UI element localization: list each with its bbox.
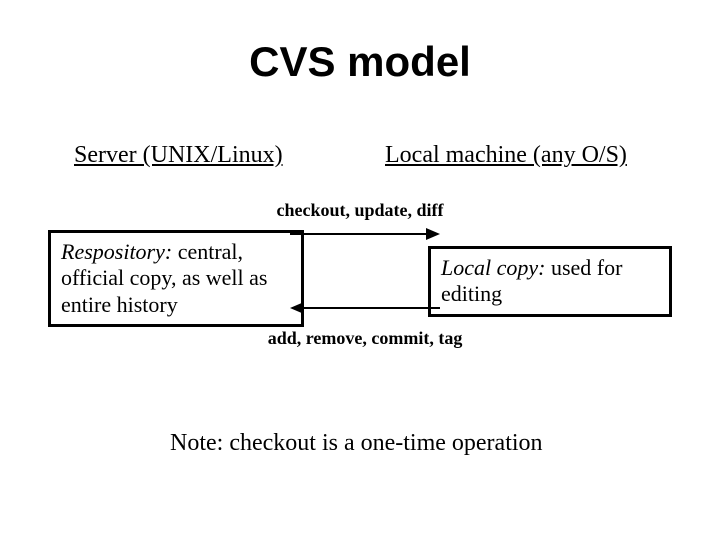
localcopy-lead: Local copy: (441, 255, 545, 280)
local-heading: Local machine (any O/S) (385, 142, 627, 169)
bottom-arrow-label: add, remove, commit, tag (250, 328, 480, 349)
arrow-left-icon (290, 298, 440, 318)
localcopy-box: Local copy: used for editing (428, 246, 672, 317)
slide-title: CVS model (0, 38, 720, 86)
server-heading: Server (UNIX/Linux) (74, 142, 283, 169)
arrow-right-icon (290, 224, 440, 244)
repository-lead: Respository: (61, 239, 172, 264)
top-arrow-label: checkout, update, diff (250, 200, 470, 221)
repository-box: Respository: central, official copy, as … (48, 230, 304, 327)
footer-note: Note: checkout is a one-time operation (170, 430, 543, 457)
